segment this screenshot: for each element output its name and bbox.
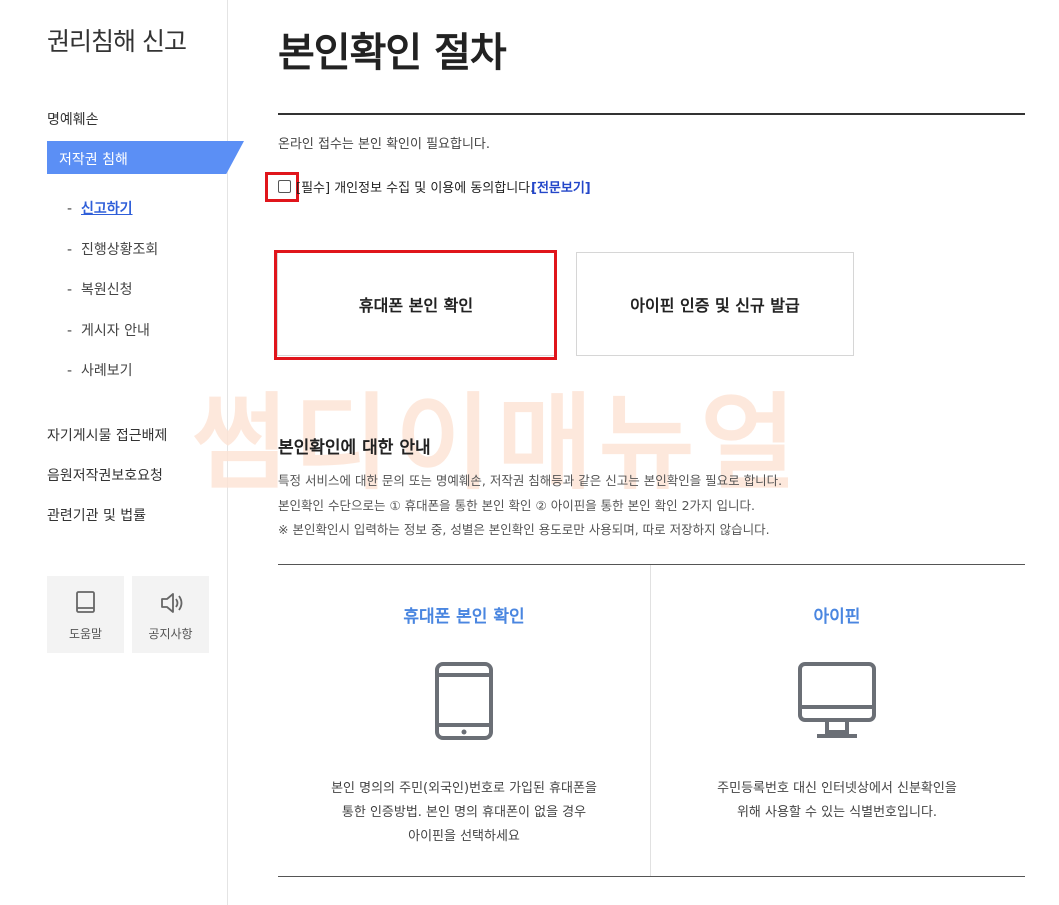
consent-checkbox-highlight: [265, 172, 299, 202]
phone-verify-button[interactable]: 휴대폰 본인 확인: [277, 252, 555, 356]
monitor-icon: [798, 662, 876, 738]
desc-line: 아이핀을 선택하세요: [408, 829, 520, 844]
ipin-method-panel: 아이핀 주민등록번호 대신 인터넷상에서 신분확인을 위해 사용할 수 있는 식…: [651, 565, 1023, 876]
sidebar-item-copyright[interactable]: 저작권 침해: [47, 141, 244, 174]
sidebar-title: 권리침해 신고: [47, 27, 187, 56]
notice-button[interactable]: 공지사항: [132, 576, 209, 653]
submenu-label: 진행상황조회: [81, 242, 159, 258]
sidebar-item-label: 저작권 침해: [59, 152, 128, 168]
page: 권리침해 신고 명예훼손 저작권 침해 - 신고하기 - 진행상황조회 - 복원신청 …: [0, 0, 1059, 905]
sidebar-item-self-post-block[interactable]: 자기게시물 접근배제: [47, 425, 167, 445]
speaker-icon: [161, 593, 183, 613]
ipin-method-desc: 주민등록번호 대신 인터넷상에서 신분확인을 위해 사용할 수 있는 식별번호입…: [651, 777, 1023, 825]
consent-full-text-link[interactable]: [전문보기]: [531, 177, 591, 196]
submenu-label: 신고하기: [81, 201, 133, 217]
submenu-dash: -: [67, 363, 73, 379]
submenu-dash: -: [67, 242, 73, 258]
sidebar-item-music-copyright[interactable]: 음원저작권보호요청: [47, 465, 163, 485]
phone-method-desc: 본인 명의의 주민(외국인)번호로 가입된 휴대폰을 통한 인증방법. 본인 명…: [278, 777, 650, 849]
book-icon: [76, 591, 95, 613]
desc-line: 통한 인증방법. 본인 명의 휴대폰이 없을 경우: [341, 805, 587, 820]
submenu-dash: -: [67, 323, 73, 339]
guide-line: ※ 본인확인시 입력하는 정보 중, 성별은 본인확인 용도로만 사용되며, 따…: [278, 522, 770, 537]
desc-line: 위해 사용할 수 있는 식별번호입니다.: [736, 805, 938, 820]
desc-line: 본인 명의의 주민(외국인)번호로 가입된 휴대폰을: [331, 781, 597, 796]
submenu-item-cases[interactable]: - 사례보기: [67, 360, 133, 380]
phone-method-title: 휴대폰 본인 확인: [403, 607, 525, 627]
ipin-method-title: 아이핀: [813, 607, 861, 627]
desc-line: 주민등록번호 대신 인터넷상에서 신분확인을: [717, 781, 957, 796]
phone-method-panel: 휴대폰 본인 확인 본인 명의의 주민(외국인)번호로 가입된 휴대폰을 통한 …: [278, 565, 650, 876]
method-comparison: 휴대폰 본인 확인 본인 명의의 주민(외국인)번호로 가입된 휴대폰을 통한 …: [278, 564, 1025, 877]
consent-label: [필수] 개인정보 수집 및 이용에 동의합니다.: [296, 181, 535, 196]
help-button[interactable]: 도움말: [47, 576, 124, 653]
help-label: 도움말: [68, 627, 103, 641]
sidebar-item-related-laws[interactable]: 관련기관 및 법률: [47, 505, 146, 525]
ipin-verify-button[interactable]: 아이핀 인증 및 신규 발급: [576, 252, 854, 356]
submenu-label: 게시자 안내: [81, 323, 150, 339]
sidebar-item-defamation[interactable]: 명예훼손: [47, 109, 99, 129]
notice-label: 공지사항: [148, 627, 193, 641]
submenu-item-poster-guide[interactable]: - 게시자 안내: [67, 320, 150, 340]
tablet-icon: [435, 662, 493, 740]
title-divider: [278, 113, 1025, 115]
submenu-item-restore[interactable]: - 복원신청: [67, 279, 133, 299]
submenu-item-report[interactable]: - 신고하기: [67, 198, 133, 218]
guide-line: 특정 서비스에 대한 문의 또는 명예훼손, 저작권 침해등과 같은 신고는 본…: [278, 473, 783, 488]
guide-title: 본인확인에 대한 안내: [278, 438, 431, 458]
guide-line: 본인확인 수단으로는 ① 휴대폰을 통한 본인 확인 ② 아이핀을 통한 본인 …: [278, 498, 755, 513]
page-title: 본인확인 절차: [278, 30, 507, 76]
submenu-dash: -: [67, 201, 73, 217]
submenu-dash: -: [67, 282, 73, 298]
intro-text: 온라인 접수는 본인 확인이 필요합니다.: [278, 137, 491, 152]
submenu-label: 사례보기: [81, 363, 133, 379]
submenu-label: 복원신청: [81, 282, 133, 298]
submenu-item-status[interactable]: - 진행상황조회: [67, 239, 158, 259]
